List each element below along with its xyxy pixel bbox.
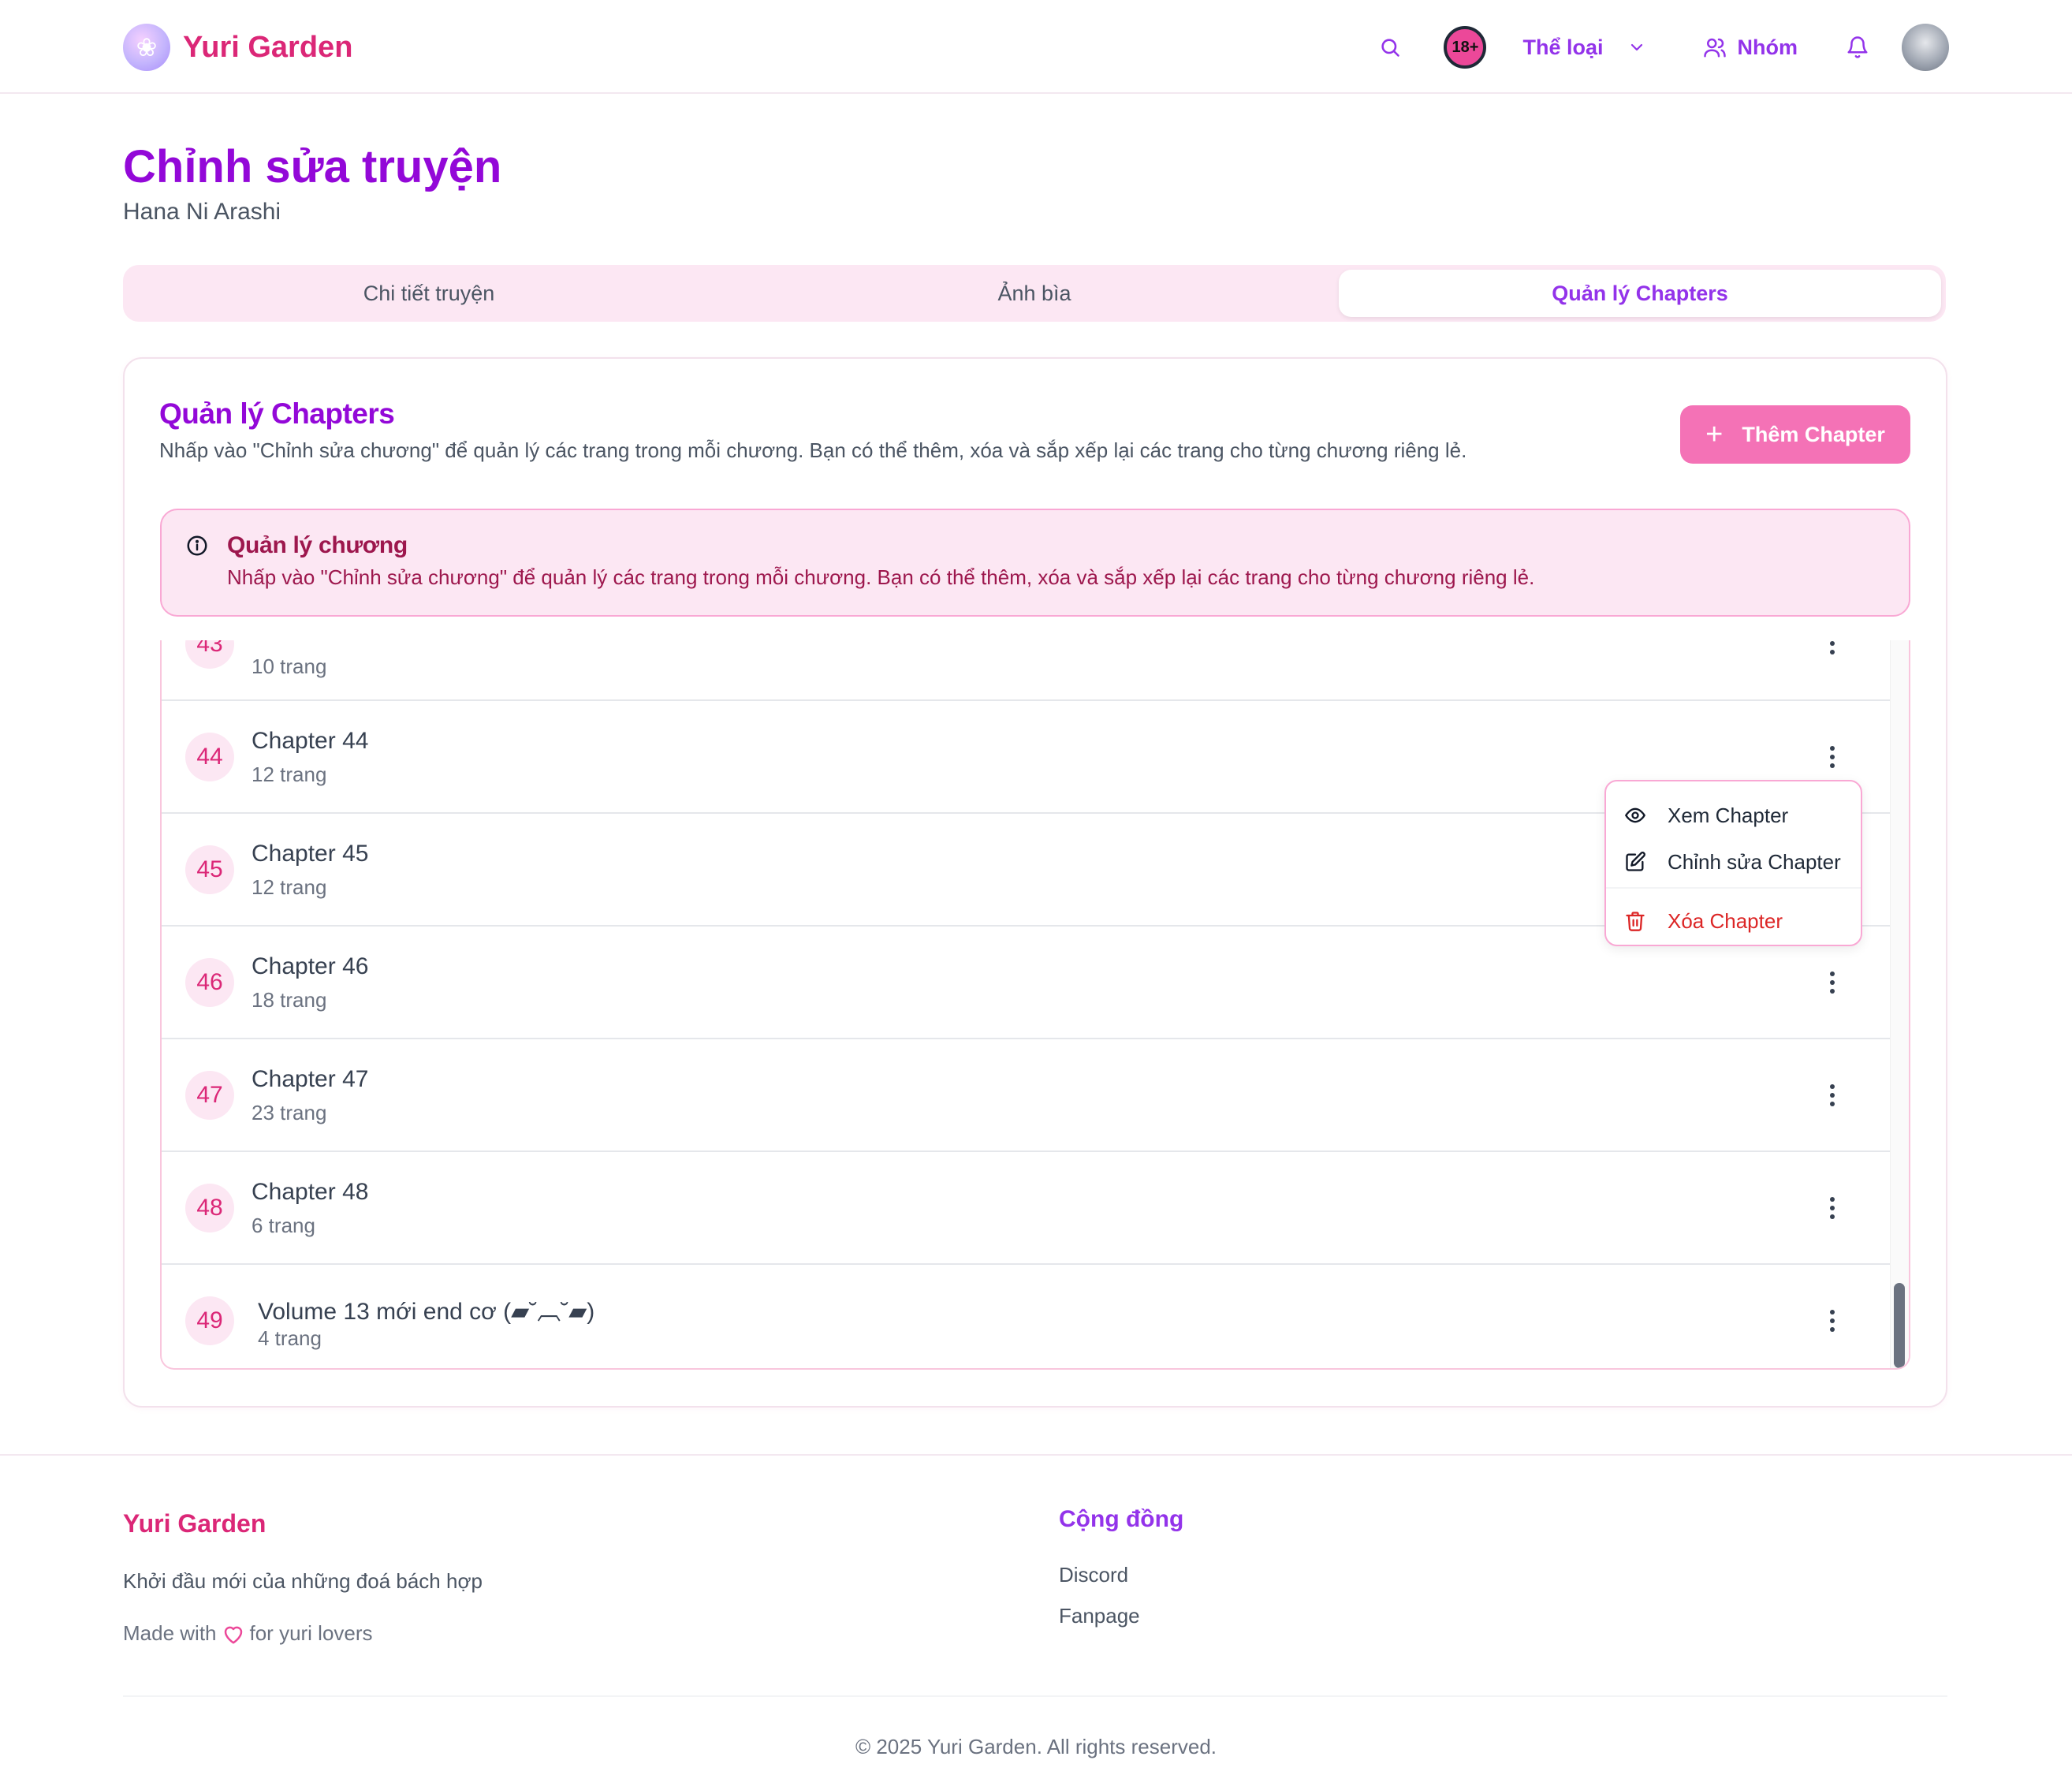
adult-content-toggle[interactable]: 18+ xyxy=(1444,26,1487,69)
chapter-actions-menu: Xem Chapter Chỉnh sửa Chapter Xóa Chapte… xyxy=(1604,780,1862,946)
info-alert: Quản lý chương Nhấp vào "Chỉnh sửa chươn… xyxy=(160,509,1910,617)
chapter-number: 43 xyxy=(185,640,234,669)
tab-manage-chapters[interactable]: Quản lý Chapters xyxy=(1339,270,1941,317)
search-icon[interactable] xyxy=(1374,32,1406,63)
delete-chapter-label: Xóa Chapter xyxy=(1668,908,1783,933)
discord-link[interactable]: Discord xyxy=(1059,1563,1128,1587)
footer-bottom-divider xyxy=(123,1695,1947,1697)
trash-icon xyxy=(1622,908,1649,934)
info-icon xyxy=(185,534,209,558)
chapter-row[interactable]: 43 10 trang xyxy=(162,640,1890,701)
chevron-down-icon xyxy=(1627,38,1646,57)
add-chapter-button[interactable]: + Thêm Chapter xyxy=(1680,405,1910,464)
community-title: Cộng đồng xyxy=(1059,1506,1184,1532)
tab-cover-image[interactable]: Ảnh bìa xyxy=(733,270,1336,317)
users-icon xyxy=(1703,35,1727,59)
chapter-number: 46 xyxy=(185,958,234,1007)
more-options-icon[interactable] xyxy=(1820,967,1844,998)
group-link[interactable]: Nhóm xyxy=(1703,35,1798,60)
chapter-title: Chapter 48 xyxy=(252,1179,369,1205)
chapter-list[interactable]: 43 10 trang 44 Chapter 44 12 trang 45 Ch… xyxy=(160,640,1910,1370)
add-chapter-label: Thêm Chapter xyxy=(1742,422,1885,446)
chapter-pages: 18 trang xyxy=(252,988,327,1012)
chapter-row[interactable]: 49 Volume 13 mới end cơ (▰˘︹˘▰) 4 trang xyxy=(162,1265,1890,1368)
tab-story-details[interactable]: Chi tiết truyện xyxy=(128,270,730,317)
footer-brand: Yuri Garden xyxy=(123,1509,266,1538)
plus-icon: + xyxy=(1705,417,1724,451)
chapter-pages: 12 trang xyxy=(252,875,327,899)
chapter-title: Chapter 45 xyxy=(252,841,369,867)
genre-dropdown[interactable]: Thể loại xyxy=(1522,35,1645,60)
edit-tabs: Chi tiết truyện Ảnh bìa Quản lý Chapters xyxy=(123,265,1946,322)
chapter-title: Chapter 44 xyxy=(252,728,369,754)
info-text: Nhấp vào "Chỉnh sửa chương" để quản lý c… xyxy=(227,565,1535,589)
chapter-number: 44 xyxy=(185,733,234,781)
bell-icon[interactable] xyxy=(1842,32,1873,63)
more-options-icon[interactable] xyxy=(1820,1192,1844,1224)
section-description: Nhấp vào "Chỉnh sửa chương" để quản lý c… xyxy=(159,438,1467,462)
chapter-row[interactable]: 48 Chapter 48 6 trang xyxy=(162,1152,1890,1265)
chapter-number: 48 xyxy=(185,1184,234,1232)
scrollbar-track[interactable] xyxy=(1890,640,1909,1368)
page-title: Chỉnh sửa truyện xyxy=(123,141,502,192)
story-name: Hana Ni Arashi xyxy=(123,199,281,225)
edit-icon xyxy=(1622,848,1649,875)
nav-actions: 18+ Thể loại Nhóm xyxy=(1374,22,1949,73)
footer-tagline: Khởi đầu mới của những đoá bách hợp xyxy=(123,1569,483,1593)
info-title: Quản lý chương xyxy=(227,532,408,558)
chapter-number: 45 xyxy=(185,845,234,894)
view-chapter-item[interactable]: Xem Chapter xyxy=(1606,792,1861,838)
chapter-pages: 4 trang xyxy=(258,1326,322,1350)
chapter-pages: 6 trang xyxy=(252,1214,315,1237)
chapter-pages: 10 trang xyxy=(252,654,327,678)
section-title: Quản lý Chapters xyxy=(159,397,395,430)
edit-chapter-item[interactable]: Chỉnh sửa Chapter xyxy=(1606,839,1861,885)
group-label: Nhóm xyxy=(1737,35,1798,59)
top-navbar: ❀ Yuri Garden 18+ Thể loại Nhóm xyxy=(0,0,2072,94)
more-options-icon[interactable] xyxy=(1820,1080,1844,1111)
fanpage-link[interactable]: Fanpage xyxy=(1059,1604,1140,1628)
logo-icon: ❀ xyxy=(123,24,170,71)
more-options-icon[interactable] xyxy=(1820,640,1844,659)
chapter-title: Chapter 47 xyxy=(252,1066,369,1092)
heart-icon xyxy=(222,1622,245,1646)
genre-label: Thể loại xyxy=(1522,35,1604,59)
user-avatar[interactable] xyxy=(1902,24,1949,71)
made-prefix: Made with xyxy=(123,1621,217,1645)
eye-icon xyxy=(1622,802,1649,829)
chapter-row[interactable]: 47 Chapter 47 23 trang xyxy=(162,1039,1890,1152)
view-chapter-label: Xem Chapter xyxy=(1668,803,1789,827)
footer-made-with: Made with for yuri lovers xyxy=(123,1621,373,1646)
scrollbar-thumb[interactable] xyxy=(1894,1283,1905,1368)
made-suffix: for yuri lovers xyxy=(249,1621,373,1645)
menu-divider xyxy=(1606,887,1861,889)
brand-logo-link[interactable]: ❀ Yuri Garden xyxy=(123,24,352,71)
more-options-icon[interactable] xyxy=(1820,741,1844,773)
chapter-pages: 12 trang xyxy=(252,763,327,786)
chapter-pages: 23 trang xyxy=(252,1101,327,1124)
chapter-number: 49 xyxy=(185,1296,234,1345)
chapter-number: 47 xyxy=(185,1071,234,1120)
brand-name: Yuri Garden xyxy=(183,30,353,64)
more-options-icon[interactable] xyxy=(1820,1305,1844,1337)
copyright: © 2025 Yuri Garden. All rights reserved. xyxy=(855,1735,1217,1758)
edit-chapter-label: Chỉnh sửa Chapter xyxy=(1668,849,1841,874)
chapter-title: Volume 13 mới end cơ (▰˘︹˘▰) xyxy=(258,1299,595,1325)
delete-chapter-item[interactable]: Xóa Chapter xyxy=(1606,898,1861,944)
footer-divider xyxy=(0,1454,2072,1456)
chapter-title: Chapter 46 xyxy=(252,953,369,979)
